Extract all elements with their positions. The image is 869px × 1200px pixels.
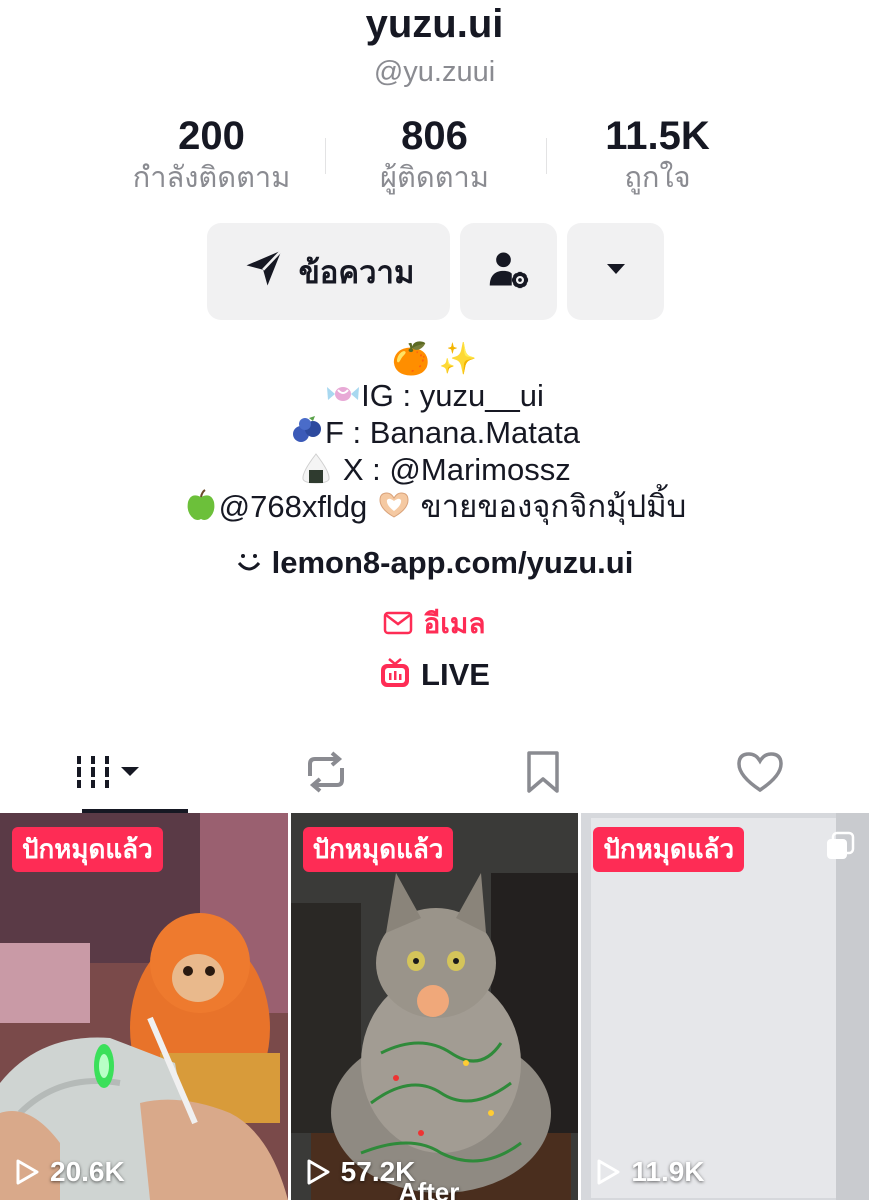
pinned-badge: ปักหมุดแล้ว [12,827,163,872]
x-text: X : @Marimossz [334,452,571,487]
repost-icon [302,750,350,799]
profile-handle: @yu.zuui [373,56,496,88]
stats-row: 200 กำลังติดตาม 806 ผู้ติดตาม 11.5K ถูกใ… [100,112,769,202]
view-count-text: 11.9K [631,1156,705,1187]
video-overlay-text: After [398,1177,460,1200]
view-count: 20.6K [14,1156,125,1188]
green-apple-icon [183,489,219,521]
email-label: อีเมล [423,608,486,639]
heart-hands-icon [376,489,412,521]
followers-count: 806 [401,114,468,158]
play-icon [307,1159,330,1185]
heart-icon [735,750,785,799]
message-label: ข้อความ [298,254,415,290]
following-count: 200 [178,114,245,158]
live-label: LIVE [421,657,490,693]
likes-label: ถูกใจ [624,162,691,194]
video-thumbnail[interactable]: ปักหมุดแล้ว 20.6K [0,813,288,1200]
view-count: 11.9K [595,1156,705,1188]
shop-description-text: ขายของจุกจิกมุ้ปมิ้บ [411,489,687,524]
following-label: กำลังติดตาม [132,162,291,194]
bio-line-x: X : @Marimossz [0,451,869,488]
tab-favorites[interactable] [435,735,652,813]
bio-line-emoji: 🍊 ✨ [391,341,478,376]
tab-videos[interactable] [0,735,217,813]
bio-line-facebook: F : Banana.Matata [0,414,869,451]
profile-link-text: lemon8-app.com/yuzu.ui [271,545,634,580]
likes-count: 11.5K [605,114,710,158]
message-button[interactable]: ข้อความ [207,223,450,320]
multi-photo-icon [825,831,855,866]
stat-divider [325,138,326,174]
grid-bars-icon [72,752,145,797]
user-settings-button[interactable] [460,223,557,320]
followers-label: ผู้ติดตาม [380,162,489,194]
tab-reposts[interactable] [217,735,434,813]
bio-line-instagram: IG : yuzu__ui [0,377,869,414]
profile-username: yuzu.ui [365,2,504,46]
pinned-badge: ปักหมุดแล้ว [302,827,454,872]
video-thumbnail[interactable]: ปักหมุดแล้ว 11.9K [581,813,869,1200]
caret-down-icon [606,262,626,281]
tab-liked[interactable] [652,735,869,813]
stat-followers[interactable]: 806 ผู้ติดตาม [323,112,546,202]
stat-likes[interactable]: 11.5K ถูกใจ [546,112,769,202]
mail-icon [383,610,413,642]
facebook-text: F : Banana.Matata [324,415,581,450]
profile-actions: ข้อความ [207,223,664,321]
bookmark-icon [525,750,561,799]
more-dropdown-button[interactable] [567,223,664,320]
play-icon [597,1159,620,1185]
stat-divider [546,138,547,174]
video-thumbnail[interactable]: ปักหมุดแล้ว 57.2K After [290,813,579,1200]
instagram-text: IG : yuzu__ui [361,378,544,413]
play-icon [16,1159,39,1185]
shop-handle-text: @768xfldg [218,489,368,524]
smile-link-icon [236,547,262,583]
pinned-badge: ปักหมุดแล้ว [593,827,745,872]
blueberries-icon [289,415,325,447]
user-gear-icon [487,247,531,296]
rice-ball-icon [298,452,334,484]
profile-link[interactable]: lemon8-app.com/yuzu.ui [0,545,869,583]
candy-icon [325,378,361,410]
live-button[interactable]: LIVE [0,657,869,697]
send-icon [243,247,285,297]
email-button[interactable]: อีเมล [0,602,869,646]
stat-following[interactable]: 200 กำลังติดตาม [100,112,323,202]
profile-bio: 🍊 ✨ IG : yuzu__ui F : Banana.Matata X : … [0,340,869,525]
view-count-text: 20.6K [50,1156,125,1187]
tv-live-icon [379,657,411,697]
bio-line-shop: @768xfldg ขายของจุกจิกมุ้ปมิ้บ [0,488,869,525]
video-grid: ปักหมุดแล้ว 20.6K ปักหมุดแล้ว 57.2K Afte… [0,813,869,1200]
profile-tabs [0,735,869,813]
